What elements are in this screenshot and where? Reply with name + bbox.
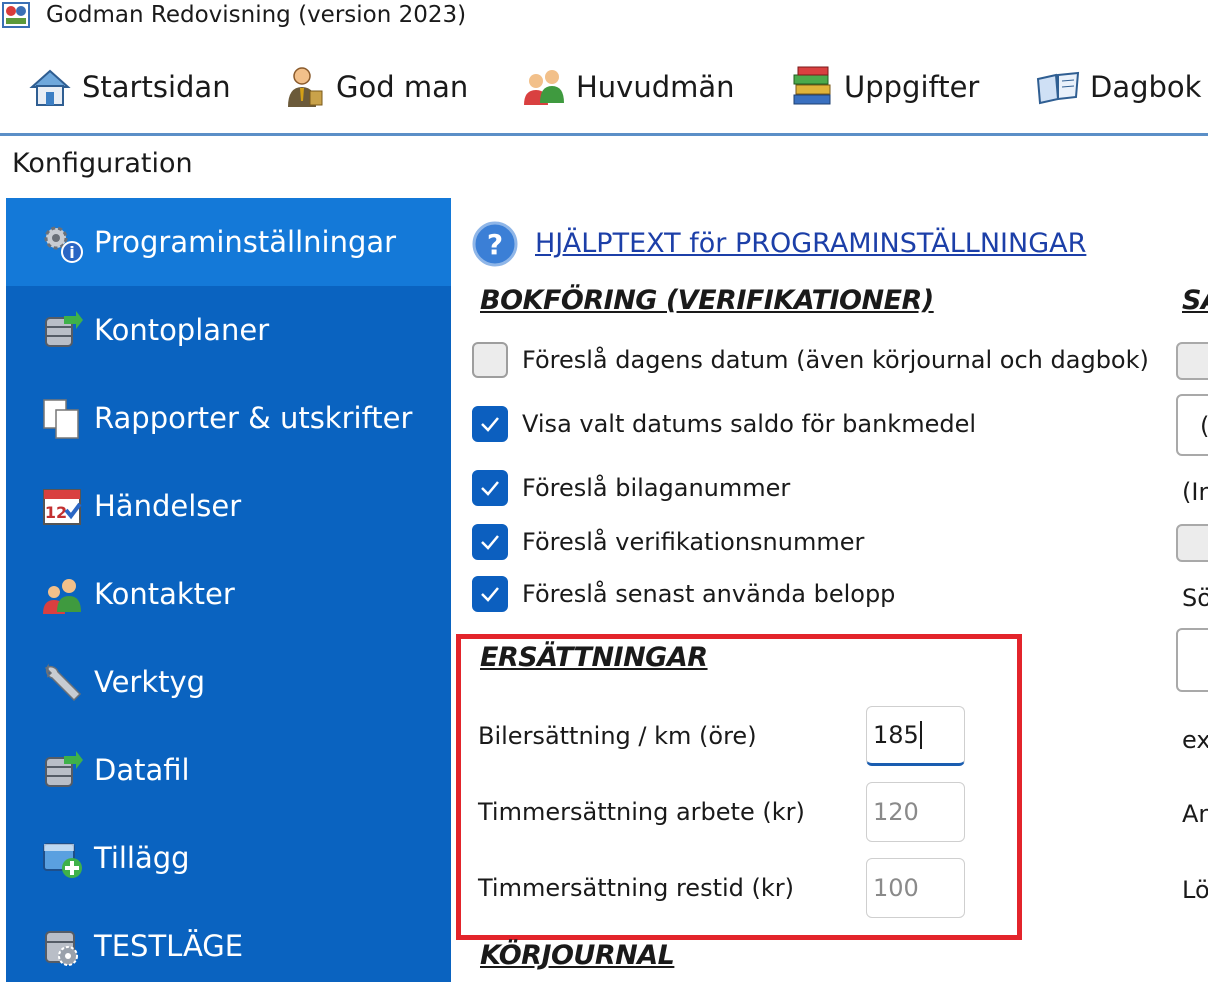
- toolbar-huvudman-button[interactable]: Huvudmän: [520, 60, 735, 114]
- sidebar-item-label: Kontakter: [94, 577, 235, 611]
- sidebar-item-handelser[interactable]: 12 Händelser: [6, 462, 451, 550]
- toolbar-divider: [0, 133, 1208, 136]
- sidebar-item-label: Rapporter & utskrifter: [94, 401, 413, 435]
- sidebar-item-label: Tillägg: [94, 841, 190, 875]
- sidebar-item-label: Datafil: [94, 753, 190, 787]
- checkmark-icon: [481, 587, 499, 602]
- sidebar-item-label: Programinställningar: [94, 225, 397, 259]
- option-label: Föreslå dagens datum (även körjournal oc…: [522, 346, 1149, 374]
- right-text-1: ex: [1182, 726, 1208, 754]
- documents-icon: [43, 399, 79, 439]
- sidebar-item-kontoplaner[interactable]: Kontoplaner: [6, 286, 451, 374]
- right-note: (In: [1182, 478, 1208, 506]
- option-foresla-senast-belopp[interactable]: Föreslå senast använda belopp: [472, 574, 895, 614]
- svg-text:12: 12: [45, 503, 67, 522]
- title-bar: Godman Redovisning (version 2023): [0, 0, 1208, 38]
- sidebar-item-label: TESTLÄGE: [94, 929, 244, 963]
- highlight-annotation-box: [456, 634, 1022, 940]
- toolbar-label: Startsidan: [82, 70, 231, 104]
- sidebar-item-programinstallningar[interactable]: i Programinställningar: [6, 198, 451, 286]
- toolbar-label: Uppgifter: [844, 70, 980, 104]
- sidebar-item-tillagg[interactable]: Tillägg: [6, 814, 451, 902]
- sidebar-item-kontakter[interactable]: Kontakter: [6, 550, 451, 638]
- option-visa-saldo[interactable]: Visa valt datums saldo för bankmedel: [472, 404, 976, 444]
- option-foresla-dagens-datum[interactable]: Föreslå dagens datum (även körjournal oc…: [472, 340, 1149, 380]
- right-select[interactable]: (: [1176, 394, 1208, 456]
- sidebar-item-rapporter[interactable]: Rapporter & utskrifter: [6, 374, 451, 462]
- sidebar-item-label: Händelser: [94, 489, 242, 523]
- database-arrow-icon: [45, 311, 83, 347]
- contacts-icon: [43, 579, 81, 614]
- open-book-icon: [1036, 71, 1080, 105]
- addon-icon: [43, 843, 82, 878]
- toolbar-label: Dagbok: [1090, 70, 1202, 104]
- checkbox-checked[interactable]: [472, 576, 508, 612]
- checkmark-icon: [481, 535, 499, 550]
- svg-text:?: ?: [487, 228, 503, 261]
- gears-info-icon: i: [44, 226, 83, 263]
- right-section-title: SA: [1182, 285, 1208, 316]
- checkmark-icon: [481, 481, 499, 496]
- sidebar-item-label: Kontoplaner: [94, 313, 270, 347]
- window-title: Godman Redovisning (version 2023): [46, 2, 467, 28]
- option-label: Föreslå bilaganummer: [522, 474, 791, 502]
- wrench-icon: [44, 663, 82, 702]
- right-text-3: Lö: [1182, 876, 1208, 904]
- help-link[interactable]: HJÄLPTEXT för PROGRAMINSTÄLLNINGAR: [535, 228, 1086, 259]
- sidebar-item-testlage[interactable]: TESTLÄGE: [6, 902, 451, 990]
- bokforing-section-title: BOKFÖRING (VERIFIKATIONER): [480, 285, 934, 316]
- option-label: Föreslå verifikationsnummer: [522, 528, 865, 556]
- korjournal-section-title: KÖRJOURNAL: [480, 940, 675, 971]
- option-label: Visa valt datums saldo för bankmedel: [522, 410, 977, 438]
- books-icon: [793, 66, 831, 105]
- toolbar-startsidan-button[interactable]: Startsidan: [26, 60, 231, 114]
- page-title: Konfiguration: [12, 148, 193, 179]
- help-icon[interactable]: ?: [472, 221, 518, 267]
- svg-text:i: i: [69, 243, 74, 262]
- sidebar-item-verktyg[interactable]: Verktyg: [6, 638, 451, 726]
- right-search-label: Sö: [1182, 584, 1208, 612]
- toolbar-uppgifter-button[interactable]: Uppgifter: [788, 60, 979, 114]
- home-icon: [29, 69, 71, 106]
- people-icon: [524, 70, 564, 105]
- checkbox-checked[interactable]: [472, 470, 508, 506]
- database-arrow-icon: [45, 751, 83, 787]
- checkbox-unchecked[interactable]: [472, 342, 508, 378]
- option-label: Föreslå senast använda belopp: [522, 580, 896, 608]
- toolbar-label: Huvudmän: [576, 70, 735, 104]
- checkbox-checked[interactable]: [472, 406, 508, 442]
- database-gear-icon: [45, 931, 78, 966]
- sidebar-item-datafil[interactable]: Datafil: [6, 726, 451, 814]
- option-foresla-bilaganummer[interactable]: Föreslå bilaganummer: [472, 468, 790, 508]
- option-foresla-verifikationsnummer[interactable]: Föreslå verifikationsnummer: [472, 522, 864, 562]
- right-select-value: (: [1200, 412, 1208, 440]
- toolbar-label: God man: [336, 70, 469, 104]
- person-tie-icon: [288, 67, 323, 107]
- right-checkbox[interactable]: [1176, 342, 1208, 380]
- sidebar: i Programinställningar Kontoplaner Rappo…: [6, 198, 451, 982]
- toolbar-godman-button[interactable]: God man: [280, 60, 468, 114]
- right-search-input[interactable]: [1176, 628, 1208, 692]
- sidebar-item-label: Verktyg: [94, 665, 206, 699]
- toolbar-dagbok-button[interactable]: Dagbok: [1034, 60, 1201, 114]
- checkmark-icon: [481, 417, 499, 432]
- right-text-2: An: [1182, 800, 1208, 828]
- app-logo-icon: [2, 2, 30, 28]
- main-toolbar: Startsidan God man Huvudmän Uppgifter Da…: [0, 50, 1208, 130]
- calendar-icon: 12: [43, 489, 82, 525]
- checkbox-checked[interactable]: [472, 524, 508, 560]
- right-checkbox-2[interactable]: [1176, 524, 1208, 562]
